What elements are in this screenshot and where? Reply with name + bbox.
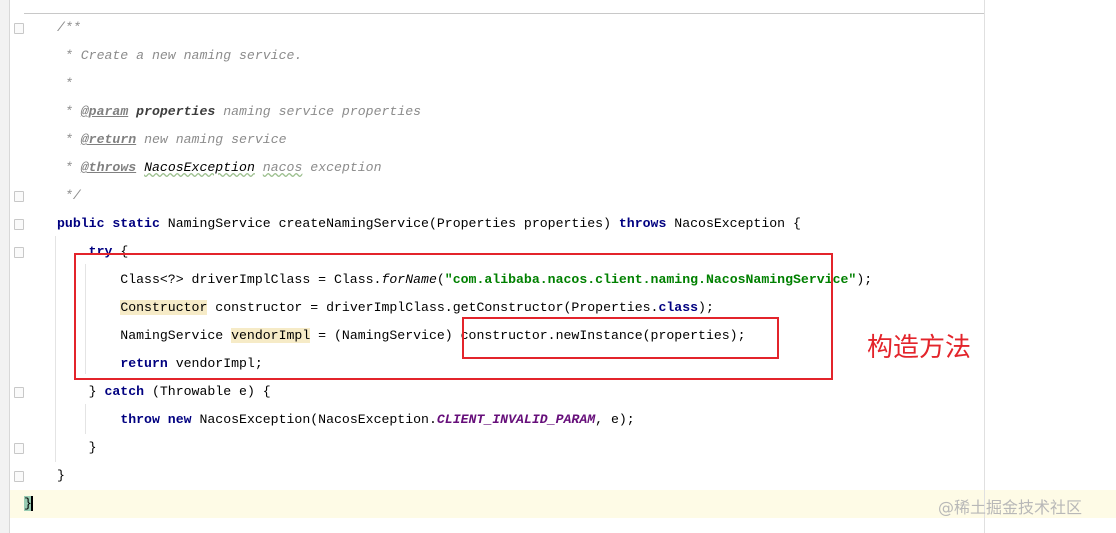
- code-token: new naming service: [136, 132, 287, 147]
- code-token: properties: [136, 104, 216, 119]
- code-token: *: [57, 76, 73, 91]
- watermark: @稀土掘金技术社区: [938, 498, 1083, 517]
- code-line: * @throws NacosException nacos exception: [57, 154, 382, 182]
- code-line: throw new NacosException(NacosException.…: [57, 406, 635, 434]
- code-line: * @param properties naming service prope…: [57, 98, 421, 126]
- code-line: *: [57, 70, 73, 98]
- closing-brace-line: }: [24, 490, 33, 518]
- code-token: NacosException(NacosException.: [191, 412, 437, 427]
- right-margin-guide: [984, 0, 985, 533]
- fold-icon[interactable]: [14, 219, 24, 230]
- code-line: } catch (Throwable e) {: [57, 378, 271, 406]
- code-token: , e);: [595, 412, 635, 427]
- code-token: public static: [57, 216, 160, 231]
- code-token: throws: [618, 216, 667, 231]
- fold-icon[interactable]: [14, 191, 24, 202]
- code-line: }: [57, 434, 97, 462]
- code-token: *: [57, 104, 81, 119]
- code-line: /**: [57, 14, 81, 42]
- code-token: */: [57, 188, 81, 203]
- fold-icon[interactable]: [14, 471, 24, 482]
- indent-guide: [55, 236, 56, 462]
- fold-icon[interactable]: [14, 443, 24, 454]
- code-line: public static NamingService createNaming…: [57, 210, 801, 238]
- fold-icon[interactable]: [14, 247, 24, 258]
- highlight-box-new-instance: [462, 317, 779, 359]
- code-line: */: [57, 182, 81, 210]
- caret: [30, 496, 33, 511]
- code-token: (Throwable e) {: [144, 384, 271, 399]
- code-token: );: [856, 272, 873, 287]
- code-token: @return: [80, 132, 137, 147]
- method-separator: [24, 13, 984, 14]
- code-token: NacosException: [144, 160, 255, 175]
- code-token: /**: [57, 20, 81, 35]
- code-line: * @return new naming service: [57, 126, 287, 154]
- code-token: CLIENT_INVALID_PARAM: [436, 412, 596, 427]
- code-line: }: [57, 462, 65, 490]
- code-token: throw new: [120, 412, 192, 427]
- code-token: }: [57, 440, 97, 455]
- code-token: exception: [302, 160, 382, 175]
- fold-icon[interactable]: [14, 23, 24, 34]
- code-token: nacos: [262, 160, 303, 175]
- code-token: }: [57, 468, 65, 483]
- code-line: * Create a new naming service.: [57, 42, 302, 70]
- code-token: naming service properties: [215, 104, 422, 119]
- code-token: * Create a new naming service.: [57, 48, 303, 63]
- code-token: }: [57, 384, 105, 399]
- code-token: @param: [80, 104, 129, 119]
- code-token: *: [57, 160, 81, 175]
- code-token: *: [57, 132, 81, 147]
- fold-icon[interactable]: [14, 387, 24, 398]
- annotation-label: 构造方法: [867, 333, 972, 363]
- editor-gutter: [0, 0, 10, 533]
- code-token: NacosException {: [666, 216, 801, 231]
- code-token: @throws: [80, 160, 137, 175]
- code-token: catch: [104, 384, 145, 399]
- code-token: NamingService createNamingService(Proper…: [159, 216, 619, 231]
